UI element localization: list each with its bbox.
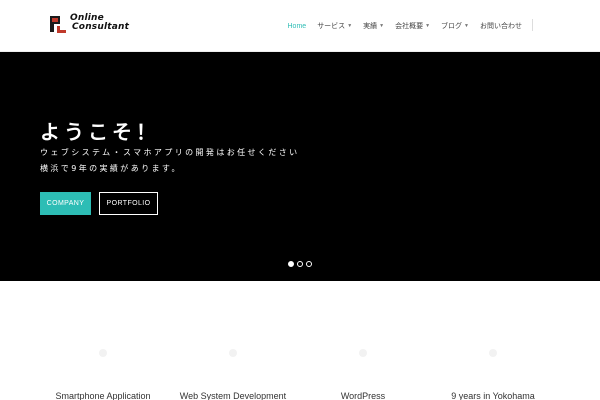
nav-item-works[interactable]: 実績 ▼ (363, 21, 384, 31)
slide-dot-1[interactable] (288, 261, 294, 267)
wordpress-icon (359, 349, 367, 357)
features-section: Smartphone Application Web System Develo… (0, 281, 600, 400)
nav-item-label: 実績 (363, 23, 378, 30)
nav-item-label: サービス (317, 23, 346, 30)
slide-dot-2[interactable] (297, 261, 303, 267)
location-icon (489, 349, 497, 357)
feature-smartphone: Smartphone Application (38, 281, 168, 400)
company-button[interactable]: COMPANY (40, 192, 91, 215)
nav-divider (532, 19, 533, 31)
chevron-down-icon: ▼ (425, 23, 431, 29)
nav-item-company[interactable]: 会社概要 ▼ (395, 21, 430, 31)
code-icon (229, 349, 237, 357)
feature-label: Smartphone Application (55, 391, 151, 400)
nav-item-label: 会社概要 (395, 23, 424, 30)
site-header: Online Consultant Home サービス ▼ 実績 ▼ 会社概要 … (0, 0, 600, 52)
feature-label: Web System Development (179, 391, 287, 400)
chevron-down-icon: ▼ (379, 23, 385, 29)
chevron-down-icon: ▼ (347, 23, 353, 29)
nav-item-label: お問い合わせ (480, 23, 522, 30)
hero-slider: ようこそ！ ウェブシステム・スマホアプリの開発はお任せください 横浜で9年の実績… (0, 52, 600, 281)
chevron-down-icon: ▼ (464, 23, 469, 29)
hero-tagline-1: ウェブシステム・スマホアプリの開発はお任せください (40, 148, 300, 157)
logo-mark-icon (50, 16, 66, 33)
nav-item-home[interactable]: Home (288, 23, 307, 30)
feature-label: WordPress (340, 391, 386, 400)
nav-item-blog[interactable]: ブログ ▼ (441, 21, 469, 31)
main-nav: Home サービス ▼ 実績 ▼ 会社概要 ▼ ブログ ▼ お問い合わせ (277, 20, 523, 32)
feature-web-system: Web System Development (168, 281, 298, 400)
nav-item-contact[interactable]: お問い合わせ (480, 21, 522, 31)
feature-yokohama: 9 years in Yokohama (428, 281, 558, 400)
nav-item-label: ブログ (441, 23, 463, 30)
slider-pagination (288, 261, 315, 267)
nav-item-services[interactable]: サービス ▼ (317, 21, 352, 31)
slide-dot-3[interactable] (306, 261, 312, 267)
site-logo[interactable]: Online Consultant (48, 14, 148, 36)
hero-tagline-2: 横浜で9年の実績があります。 (40, 164, 182, 173)
logo-wordmark: Online Consultant (70, 14, 129, 32)
feature-label: 9 years in Yokohama (451, 391, 535, 400)
hero-title: ようこそ！ (40, 120, 160, 144)
logo-line-2: Consultant (72, 22, 130, 32)
feature-wordpress: WordPress (298, 281, 428, 400)
portfolio-button[interactable]: PORTFOLIO (99, 192, 158, 215)
phone-icon (99, 349, 107, 357)
nav-item-label: Home (287, 22, 307, 30)
